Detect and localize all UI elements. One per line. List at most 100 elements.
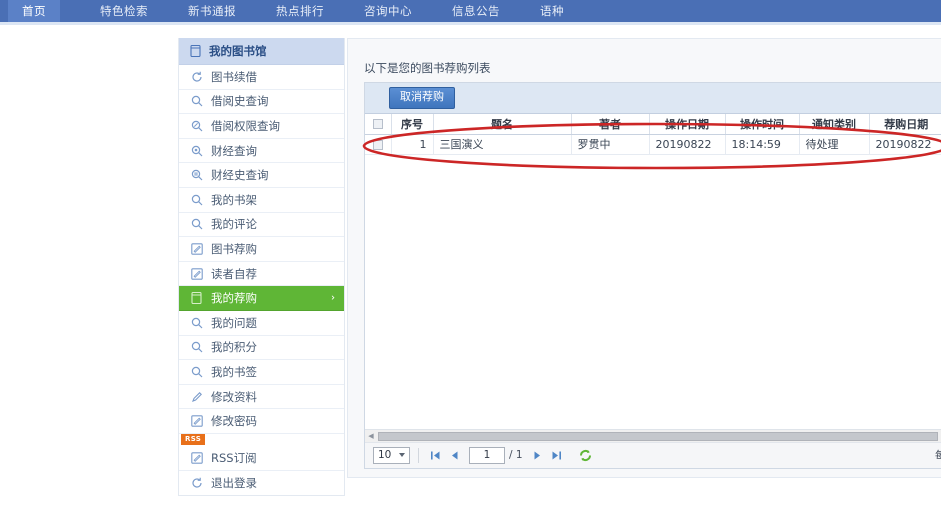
last-page-icon[interactable] [548,447,565,464]
table-header-title[interactable]: 题名 [433,114,571,134]
sidebar-item-label: 修改资料 [211,389,257,405]
sidebar: 我的图书馆 图书续借 借阅史查询 借阅权限查询 财经查询 财经史查询 [178,38,345,496]
sidebar-item-reader-self-recommend[interactable]: 读者自荐 [179,262,344,287]
row-index-cell: 1 [391,134,433,154]
sidebar-item-label: 我的积分 [211,339,257,355]
book-icon [189,45,202,58]
row-select-cell[interactable] [365,134,391,154]
nav-spacer [0,0,8,22]
table-header-operation-date[interactable]: 操作日期 [649,114,725,134]
nav-item-hot-ranking[interactable]: 热点排行 [262,0,338,22]
nav-item-label: 特色检索 [100,3,148,19]
sidebar-item-my-comments[interactable]: 我的评论 [179,213,344,238]
sidebar-item-label: 退出登录 [211,475,257,491]
table-row[interactable]: 1 三国演义 罗贯中 20190822 18:14:59 待处理 2019082… [365,134,941,154]
sidebar-item-finance-query[interactable]: 财经查询 [179,139,344,164]
edit-icon [190,415,203,428]
nav-item-featured-search[interactable]: 特色检索 [86,0,162,22]
scroll-left-arrow-icon[interactable]: ◀ [365,430,377,442]
sidebar-item-my-questions[interactable]: 我的问题 [179,311,344,336]
nav-item-label: 热点排行 [276,3,324,19]
sidebar-item-renew-books[interactable]: 图书续借 [179,65,344,90]
search-icon [190,365,203,378]
pager-right-label: 每 [935,447,941,463]
sidebar-item-my-points[interactable]: 我的积分 [179,336,344,361]
row-author-cell: 罗贯中 [571,134,649,154]
search-icon [190,218,203,231]
prev-page-icon[interactable] [446,447,463,464]
sidebar-item-label: 读者自荐 [211,266,257,282]
pager-divider [418,448,419,463]
edit-icon [190,451,203,464]
sidebar-item-borrow-permission[interactable]: 借阅权限查询 [179,114,344,139]
table-header-notice-type[interactable]: 通知类别 [799,114,869,134]
chevron-right-icon: › [331,293,335,304]
nav-item-home[interactable]: 首页 [8,0,60,22]
row-notice-type-cell: 待处理 [799,134,869,154]
sidebar-item-label: 我的书架 [211,192,257,208]
sidebar-item-finance-history[interactable]: 财经史查询 [179,163,344,188]
sidebar-item-label: 财经史查询 [211,167,269,183]
sidebar-item-label: 我的评论 [211,216,257,232]
nav-item-label: 新书通报 [188,3,236,19]
book-icon [190,292,203,305]
edit-icon [190,242,203,255]
row-title-cell: 三国演义 [433,134,571,154]
cancel-recommendation-button[interactable]: 取消荐购 [389,87,455,108]
sidebar-item-book-recommendation[interactable]: 图书荐购 [179,237,344,262]
sidebar-item-label: 我的问题 [211,315,257,331]
page-title: 以下是您的图书荐购列表 [364,60,491,76]
refresh-icon [190,476,203,489]
nav-item-new-books[interactable]: 新书通报 [174,0,250,22]
row-operation-date-cell: 20190822 [649,134,725,154]
sidebar-item-my-bookmarks[interactable]: 我的书签 [179,360,344,385]
sidebar-item-change-password[interactable]: 修改密码 [179,409,344,434]
sidebar-item-label: 修改密码 [211,413,257,429]
grid-horizontal-scrollbar[interactable]: ◀ [365,429,941,442]
sidebar-item-my-bookshelf[interactable]: 我的书架 [179,188,344,213]
sidebar-item-label: 图书荐购 [211,241,257,257]
edit-icon [190,267,203,280]
next-page-icon[interactable] [529,447,546,464]
search-zoom-icon [190,169,203,182]
row-checkbox[interactable] [373,140,383,150]
sidebar-header: 我的图书馆 [179,38,344,65]
nav-item-language[interactable]: 语种 [526,0,578,22]
chevron-down-icon [399,453,405,457]
nav-item-consult-center[interactable]: 咨询中心 [350,0,426,22]
table-header-author[interactable]: 著者 [571,114,649,134]
scrollbar-thumb[interactable] [378,432,938,441]
page-number-input[interactable]: 1 [469,447,505,464]
search-check-icon [190,119,203,132]
page-size-select[interactable]: 10 [373,447,410,464]
recommendation-grid-panel: 取消荐购 序号 题名 著者 操作日期 操作时间 通知类别 [364,82,941,469]
select-all-checkbox[interactable] [373,119,383,129]
table-header-select[interactable] [365,114,391,134]
nav-item-label: 语种 [540,3,564,19]
sidebar-item-label: 我的书签 [211,364,257,380]
refresh-icon [190,70,203,83]
sidebar-item-rss-subscription[interactable]: RSS订阅 [179,446,344,471]
sidebar-item-borrow-history[interactable]: 借阅史查询 [179,90,344,115]
pencil-icon [190,390,203,403]
rss-badge-row: RSS [179,434,344,446]
nav-item-label: 咨询中心 [364,3,412,19]
nav-item-announcements[interactable]: 信息公告 [438,0,514,22]
rss-badge: RSS [181,434,205,445]
search-dot-icon [190,144,203,157]
grid-pager: 10 1 / 1 [365,442,941,468]
sidebar-header-label: 我的图书馆 [209,43,267,59]
sidebar-item-label: 图书续借 [211,69,257,85]
page-total-label: / 1 [509,449,523,461]
row-recommend-date-cell: 20190822 [869,134,941,154]
page-size-value: 10 [378,449,391,461]
refresh-grid-icon[interactable] [579,449,592,462]
table-header-index[interactable]: 序号 [391,114,433,134]
sidebar-item-my-recommendations[interactable]: 我的荐购 › [179,286,344,311]
sidebar-item-edit-profile[interactable]: 修改资料 [179,385,344,410]
sidebar-item-logout[interactable]: 退出登录 [179,471,344,496]
first-page-icon[interactable] [427,447,444,464]
table-header-operation-time[interactable]: 操作时间 [725,114,799,134]
table-header-recommend-date[interactable]: 荐购日期 [869,114,941,134]
search-icon [190,95,203,108]
